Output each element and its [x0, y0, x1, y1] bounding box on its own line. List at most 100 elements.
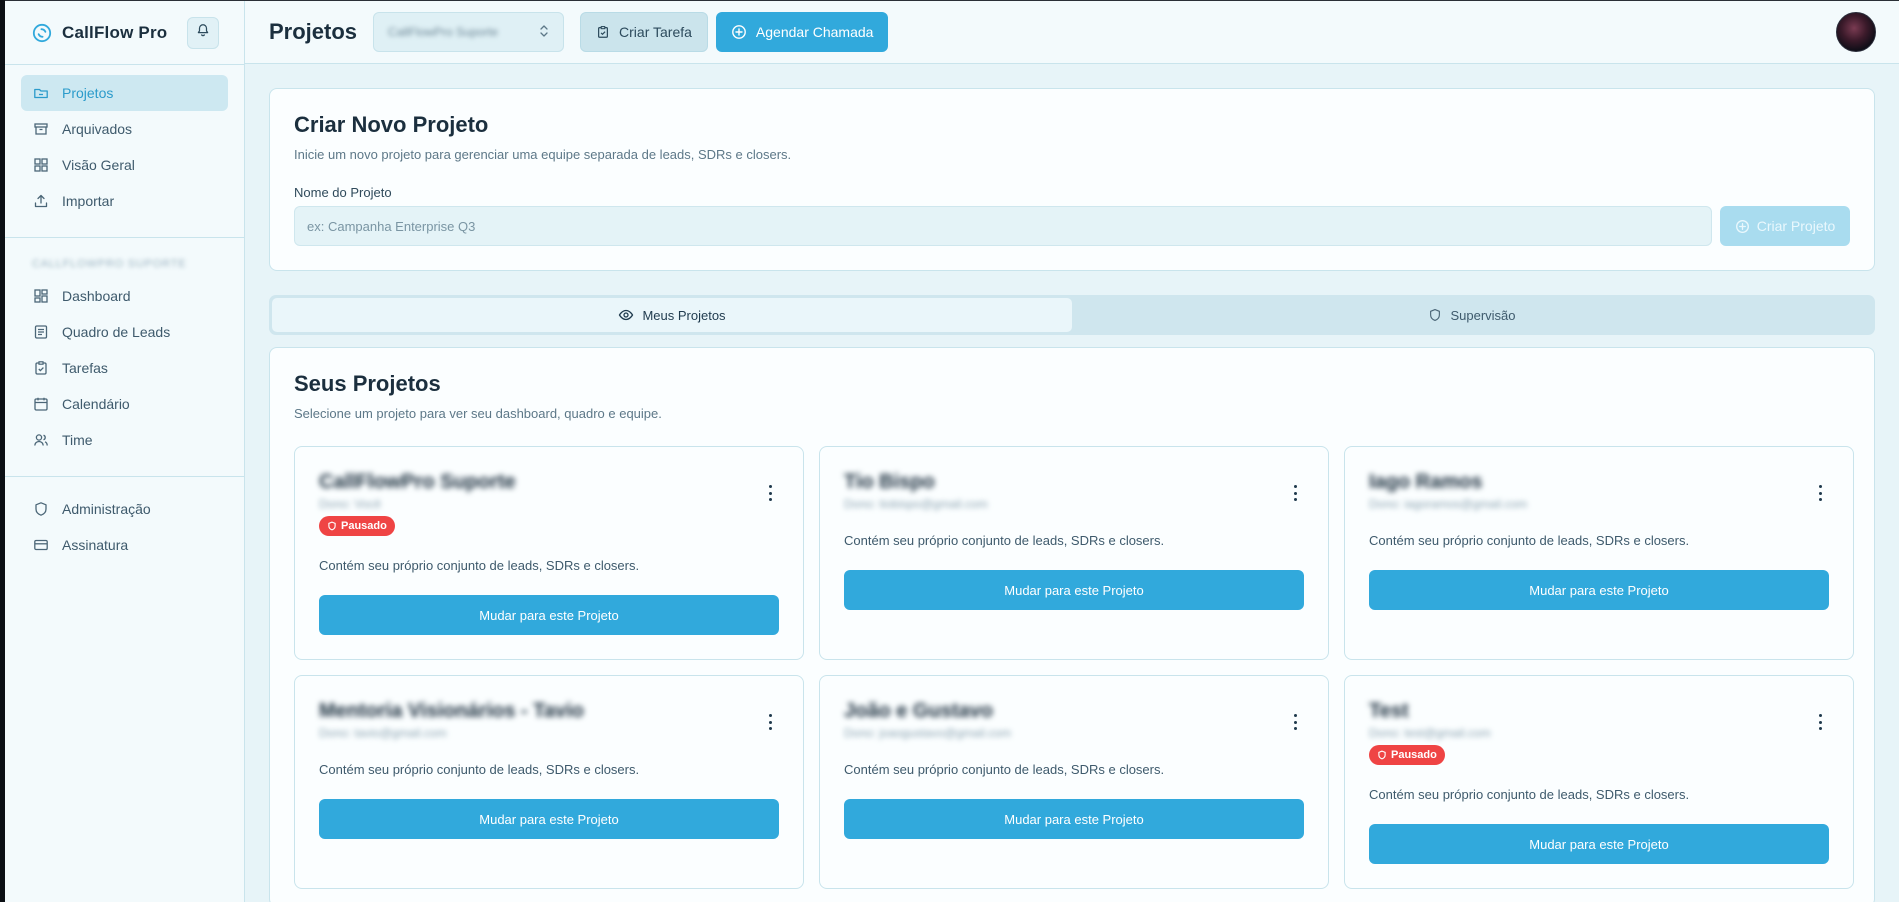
top-header: Projetos CallFlowPro Suporte Criar Taref…: [245, 1, 1899, 64]
user-avatar[interactable]: [1836, 12, 1876, 52]
project-select-value: CallFlowPro Suporte: [388, 25, 499, 39]
project-owner: Dono: tiobispo@gmail.com: [844, 497, 988, 511]
chevron-updown-icon: [539, 24, 549, 41]
sidebar-item-arquivados[interactable]: Arquivados: [21, 111, 228, 147]
project-card: CallFlowPro Suporte Dono: Você Pausado C…: [294, 446, 804, 660]
project-card: Iago Ramos Dono: iagoramos@gmail.com Con…: [1344, 446, 1854, 660]
schedule-call-button[interactable]: Agendar Chamada: [715, 12, 889, 52]
sidebar-item-label: Arquivados: [62, 121, 133, 137]
project-card: João e Gustavo Dono: joaogustavo@gmail.c…: [819, 675, 1329, 889]
paused-badge: Pausado: [1369, 745, 1445, 765]
eye-icon: [618, 307, 634, 323]
plus-circle-icon: [1735, 219, 1750, 234]
project-description: Contém seu próprio conjunto de leads, SD…: [319, 762, 640, 777]
plus-circle-icon: [731, 24, 747, 40]
more-options-icon[interactable]: [1817, 485, 1823, 501]
more-options-icon[interactable]: [1292, 485, 1298, 501]
sidebar-item-label: Projetos: [62, 85, 114, 101]
tab-supervisao[interactable]: Supervisão: [1072, 298, 1872, 332]
sidebar-item-label: Administração: [62, 501, 151, 517]
more-options-icon[interactable]: [767, 485, 773, 501]
create-project-card: Criar Novo Projeto Inicie um novo projet…: [269, 88, 1875, 271]
create-project-button[interactable]: Criar Projeto: [1720, 206, 1850, 246]
sidebar-item-administracao[interactable]: Administração: [21, 491, 228, 527]
shield-alert-icon: [1377, 750, 1387, 760]
shield-icon: [32, 500, 50, 518]
sidebar-item-label: Quadro de Leads: [62, 324, 171, 340]
project-card: Mentoria Visionários - Tavio Dono: tavio…: [294, 675, 804, 889]
project-name: João e Gustavo: [844, 700, 993, 722]
project-owner: Dono: joaogustavo@gmail.com: [844, 726, 1011, 740]
tab-meus-projetos[interactable]: Meus Projetos: [272, 298, 1072, 332]
calendar-icon: [32, 395, 50, 413]
project-name: Mentoria Visionários - Tavio: [319, 700, 584, 722]
sidebar-item-label: Time: [62, 432, 93, 448]
sidebar-item-visao-geral[interactable]: Visão Geral: [21, 147, 228, 183]
folder-icon: [32, 84, 50, 102]
project-section-label: CALLFLOWPRO SUPORTE: [32, 258, 187, 270]
project-select[interactable]: CallFlowPro Suporte: [373, 12, 565, 52]
switch-project-button[interactable]: Mudar para este Projeto: [319, 799, 779, 839]
projects-grid: CallFlowPro Suporte Dono: Você Pausado C…: [294, 446, 1854, 889]
page-title: Projetos: [269, 19, 358, 44]
upload-icon: [32, 192, 50, 210]
archive-icon: [32, 120, 50, 138]
create-project-title: Criar Novo Projeto: [294, 112, 489, 137]
more-options-icon[interactable]: [767, 714, 773, 730]
switch-project-button[interactable]: Mudar para este Projeto: [1369, 824, 1829, 864]
sidebar: CallFlow Pro Projetos Arquivados Visão G…: [5, 1, 245, 902]
project-owner: Dono: iagoramos@gmail.com: [1369, 497, 1528, 511]
create-project-row: Criar Projeto: [294, 206, 1850, 246]
sidebar-item-dashboard[interactable]: Dashboard: [21, 278, 228, 314]
clipboard-icon: [32, 359, 50, 377]
project-tabs: Meus Projetos Supervisão: [269, 295, 1875, 335]
projects-subtitle: Selecione um projeto para ver seu dashbo…: [294, 406, 662, 421]
sidebar-item-time[interactable]: Time: [21, 422, 228, 458]
credit-card-icon: [32, 536, 50, 554]
project-owner: Dono: Você: [319, 497, 382, 511]
notifications-button[interactable]: [187, 16, 219, 49]
sidebar-item-label: Dashboard: [62, 288, 131, 304]
sidebar-item-calendario[interactable]: Calendário: [21, 386, 228, 422]
sidebar-item-importar[interactable]: Importar: [21, 183, 228, 219]
project-name: Tio Bispo: [844, 471, 935, 493]
badge-label: Pausado: [341, 520, 387, 532]
sidebar-item-assinatura[interactable]: Assinatura: [21, 527, 228, 563]
paused-badge: Pausado: [319, 516, 395, 536]
project-description: Contém seu próprio conjunto de leads, SD…: [1369, 533, 1690, 548]
brand: CallFlow Pro: [5, 1, 244, 64]
create-task-label: Criar Tarefa: [619, 24, 692, 40]
switch-project-button[interactable]: Mudar para este Projeto: [844, 570, 1304, 610]
sidebar-item-quadro-de-leads[interactable]: Quadro de Leads: [21, 314, 228, 350]
shield-icon: [1428, 307, 1442, 323]
switch-project-button[interactable]: Mudar para este Projeto: [844, 799, 1304, 839]
create-project-label: Criar Projeto: [1756, 218, 1836, 234]
sidebar-item-projetos[interactable]: Projetos: [21, 75, 228, 111]
create-task-button[interactable]: Criar Tarefa: [580, 12, 708, 52]
project-name: Test: [1369, 700, 1409, 722]
project-description: Contém seu próprio conjunto de leads, SD…: [1369, 787, 1690, 802]
project-name-input[interactable]: [294, 206, 1712, 246]
project-owner: Dono: test@gmail.com: [1369, 726, 1491, 740]
app-name: CallFlow Pro: [62, 22, 168, 42]
divider: [5, 64, 244, 65]
projects-title: Seus Projetos: [294, 371, 441, 396]
divider: [5, 476, 244, 477]
shield-alert-icon: [327, 521, 337, 531]
sidebar-item-label: Importar: [62, 193, 115, 209]
project-card: Test Dono: test@gmail.com Pausado Contém…: [1344, 675, 1854, 889]
more-options-icon[interactable]: [1817, 714, 1823, 730]
switch-project-button[interactable]: Mudar para este Projeto: [319, 595, 779, 635]
admin-nav: Administração Assinatura: [5, 487, 244, 571]
sidebar-item-label: Visão Geral: [62, 157, 135, 173]
sidebar-item-tarefas[interactable]: Tarefas: [21, 350, 228, 386]
project-description: Contém seu próprio conjunto de leads, SD…: [319, 558, 640, 573]
more-options-icon[interactable]: [1292, 714, 1298, 730]
clipboard-check-icon: [596, 25, 610, 39]
grid-icon: [32, 156, 50, 174]
project-nav: Dashboard Quadro de Leads Tarefas Calend…: [5, 274, 244, 466]
sidebar-item-label: Calendário: [62, 396, 130, 412]
projects-card: Seus Projetos Selecione um projeto para …: [269, 347, 1875, 902]
create-project-subtitle: Inicie um novo projeto para gerenciar um…: [294, 147, 792, 162]
switch-project-button[interactable]: Mudar para este Projeto: [1369, 570, 1829, 610]
